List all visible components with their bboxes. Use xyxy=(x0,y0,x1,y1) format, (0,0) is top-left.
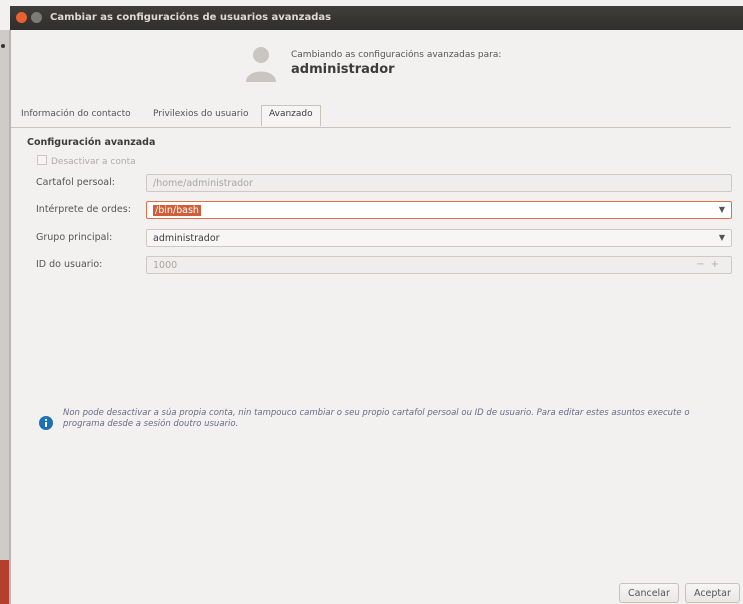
user-id-spinner: 1000 −+ xyxy=(146,256,732,274)
header-subtitle: Cambiando as configuracións avanzadas pa… xyxy=(291,50,502,60)
info-message: Non pode desactivar a súa propia conta, … xyxy=(63,408,690,429)
user-id-label: ID do usuario: xyxy=(36,259,103,270)
header-username: administrador xyxy=(291,62,395,77)
home-folder-field: /home/administrador xyxy=(146,174,732,192)
section-title: Configuración avanzada xyxy=(27,137,156,148)
tab-bar: Información do contacto Privilexios do u… xyxy=(11,105,731,128)
tab-user-privileges[interactable]: Privilexios do usuario xyxy=(153,109,248,119)
shell-label: Intérprete de ordes: xyxy=(36,204,131,215)
window-title: Cambiar as configuracións de usuarios av… xyxy=(50,12,332,23)
accept-button[interactable]: Aceptar xyxy=(685,583,740,603)
dialog-content: Cambiando as configuracións avanzadas pa… xyxy=(11,30,743,604)
chevron-down-icon[interactable]: ▼ xyxy=(719,233,725,242)
chevron-down-icon[interactable]: ▼ xyxy=(719,205,725,214)
checkbox-box[interactable] xyxy=(37,155,47,165)
primary-group-value: administrador xyxy=(153,233,220,244)
tab-advanced[interactable]: Avanzado xyxy=(261,105,321,126)
info-icon xyxy=(39,416,53,430)
primary-group-select[interactable]: administrador ▼ xyxy=(146,229,732,247)
disable-account-label: Desactivar a conta xyxy=(51,157,136,167)
close-icon[interactable] xyxy=(16,12,27,23)
user-avatar-icon xyxy=(246,47,276,82)
shell-combobox[interactable]: /bin/bash ▼ xyxy=(146,201,732,219)
primary-group-label: Grupo principal: xyxy=(36,232,113,243)
minimize-icon[interactable] xyxy=(31,12,42,23)
shell-value[interactable]: /bin/bash xyxy=(153,205,201,216)
window-titlebar[interactable]: Cambiar as configuracións de usuarios av… xyxy=(10,6,743,30)
user-id-value: 1000 xyxy=(153,260,178,271)
spinner-buttons: −+ xyxy=(696,259,725,270)
tab-contact-info[interactable]: Información do contacto xyxy=(21,109,131,119)
cancel-button[interactable]: Cancelar xyxy=(619,583,679,603)
bullet-marker xyxy=(1,44,5,48)
disable-account-checkbox[interactable]: Desactivar a conta xyxy=(37,155,136,167)
home-folder-label: Cartafol persoal: xyxy=(36,177,115,188)
home-folder-value: /home/administrador xyxy=(153,178,253,189)
